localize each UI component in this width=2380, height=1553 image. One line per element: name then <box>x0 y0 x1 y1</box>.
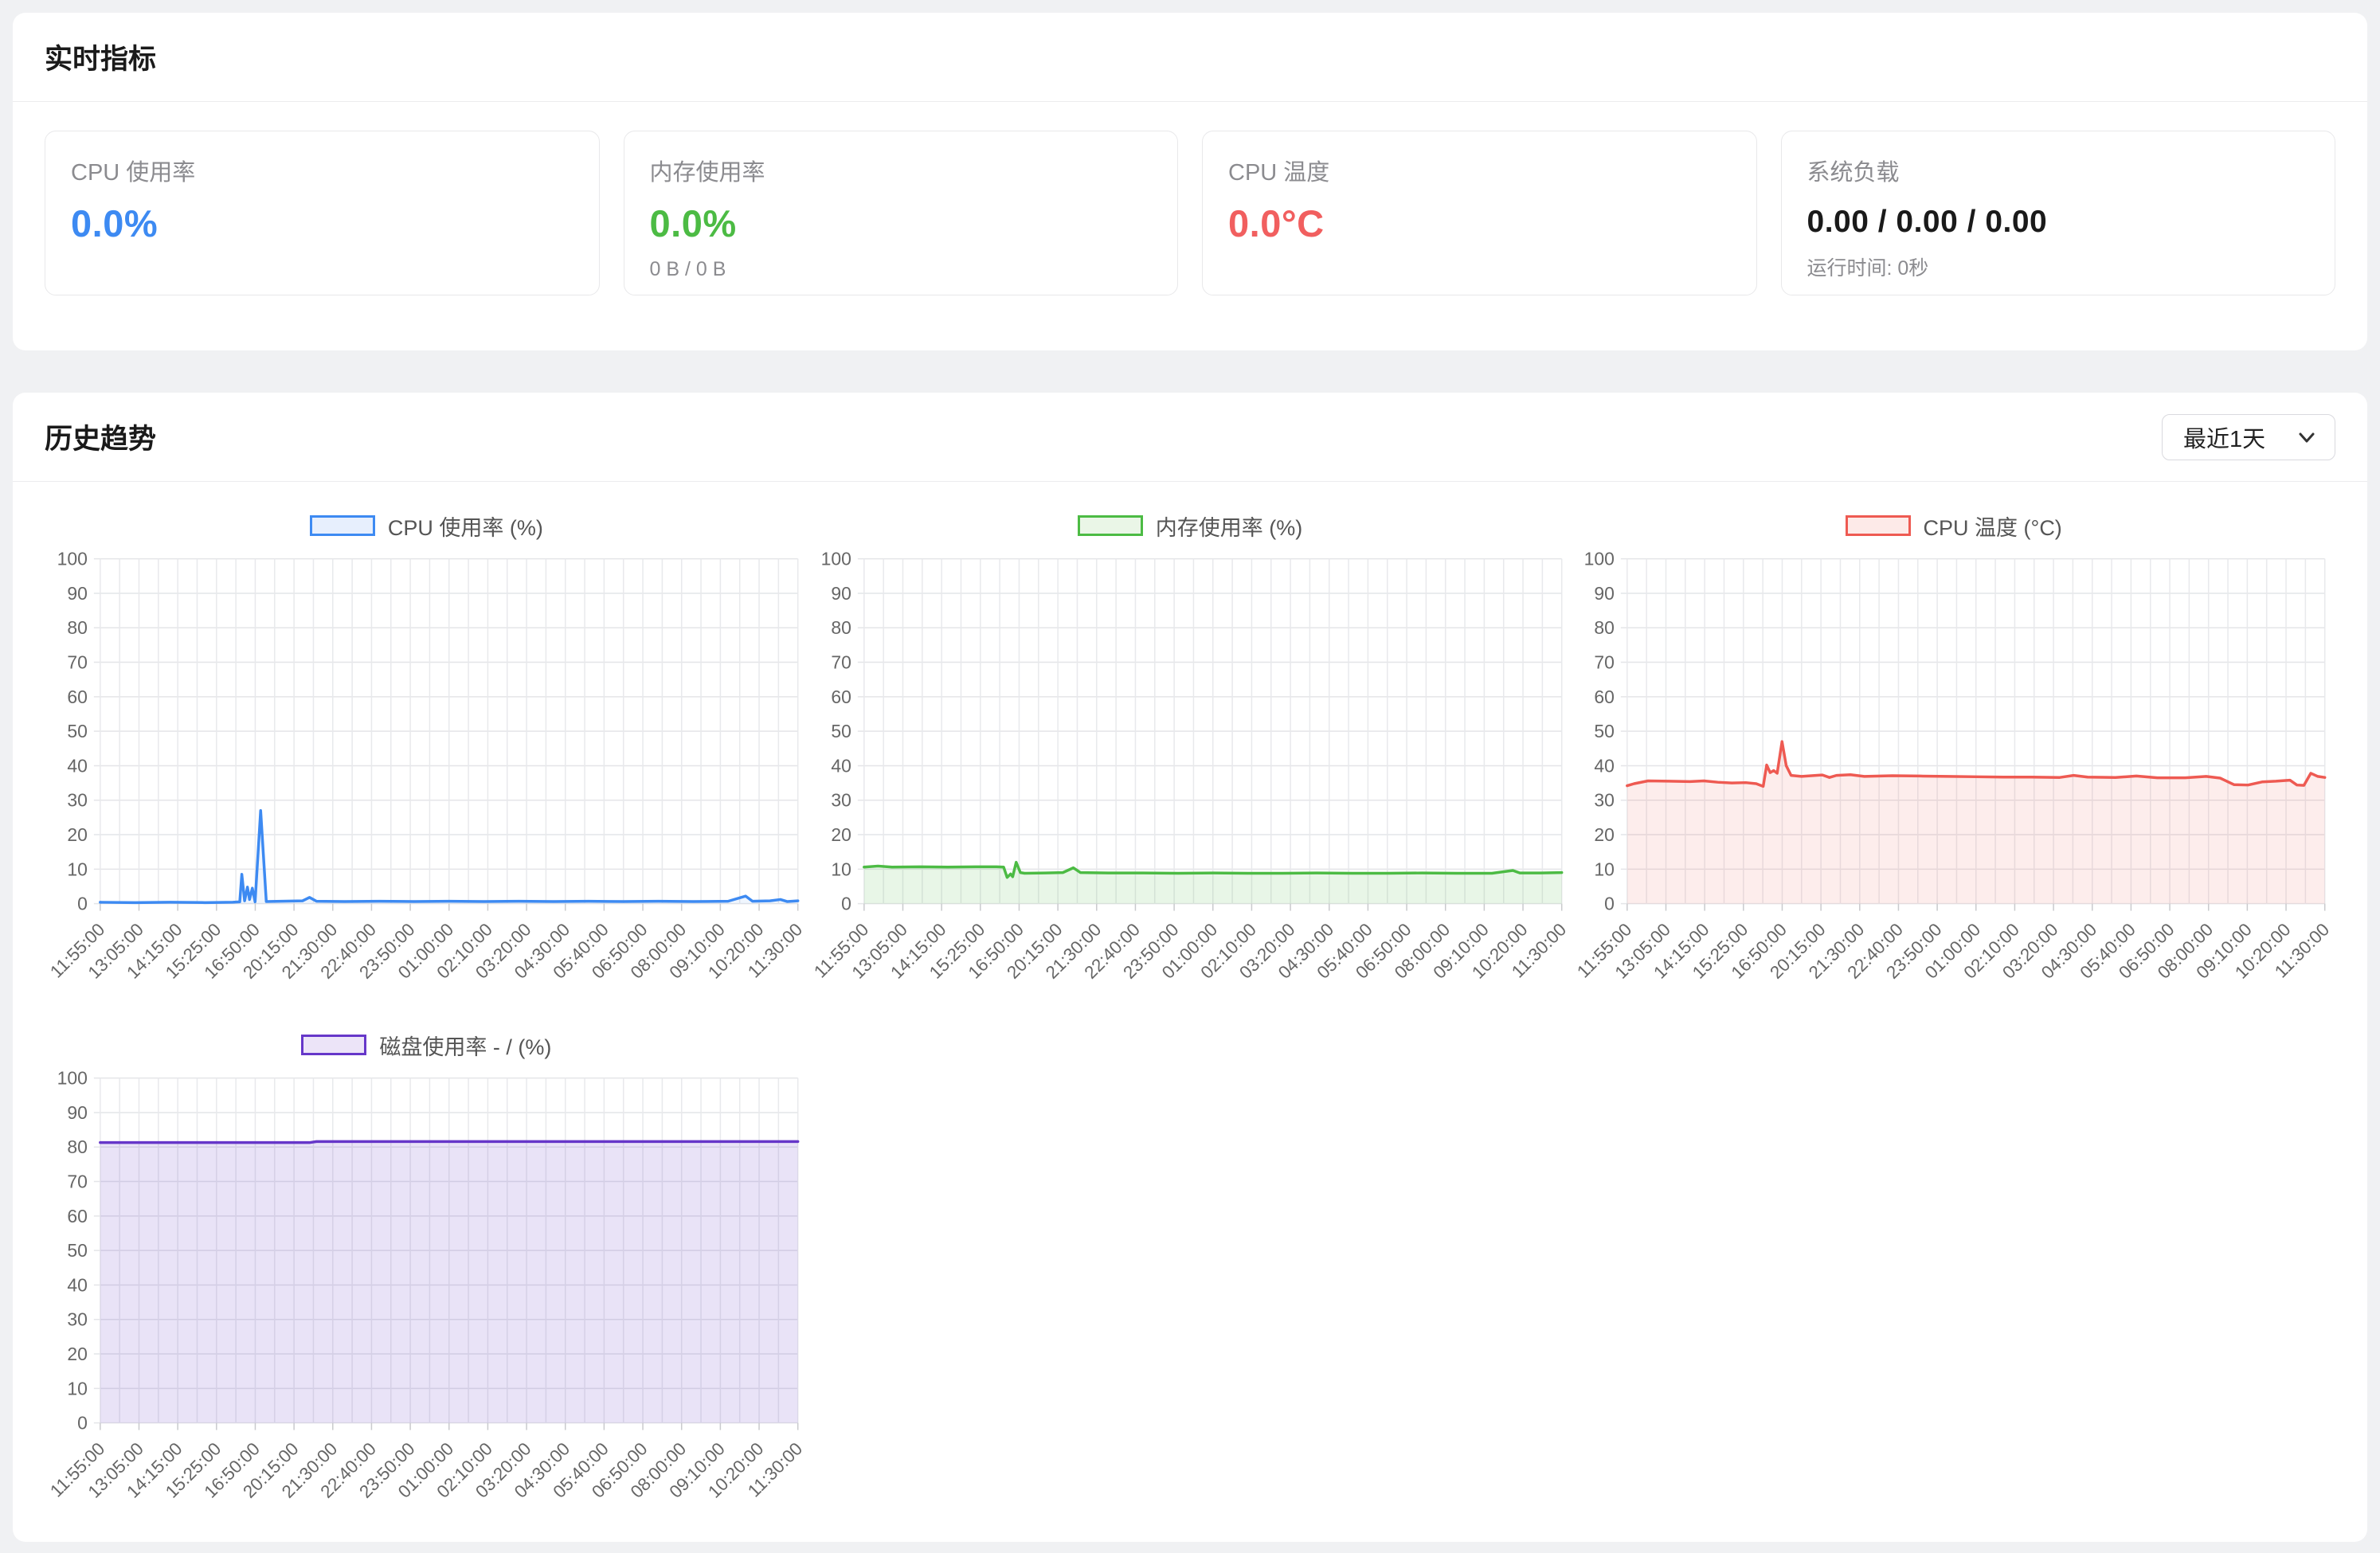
chart-cpu-temp: CPU 温度 (°C)010203040506070809010011:55:0… <box>1572 503 2335 1011</box>
chart-disk-usage: 磁盘使用率 - / (%)010203040506070809010011:55… <box>45 1022 808 1530</box>
svg-text:0: 0 <box>841 894 851 914</box>
svg-text:40: 40 <box>67 755 88 776</box>
metric-card-mem-usage: 内存使用率 0.0% 0 B / 0 B <box>624 131 1179 295</box>
svg-text:100: 100 <box>57 1068 88 1089</box>
metric-label: 内存使用率 <box>650 154 1153 187</box>
svg-text:80: 80 <box>67 1136 88 1157</box>
metric-card-cpu-temp: CPU 温度 0.0°C <box>1202 131 1757 295</box>
svg-text:10: 10 <box>67 859 88 879</box>
svg-text:30: 30 <box>67 1309 88 1330</box>
legend-cpu-usage[interactable]: CPU 使用率 (%) <box>45 503 808 549</box>
svg-text:100: 100 <box>57 549 88 569</box>
legend-cpu-temp[interactable]: CPU 温度 (°C) <box>1572 503 2335 549</box>
svg-text:40: 40 <box>831 755 851 776</box>
legend-label-cpu-temp: CPU 温度 (°C) <box>1924 510 2062 542</box>
metric-sub-value: 运行时间: 0秒 <box>1807 252 2310 281</box>
time-range-select[interactable]: 最近1天 <box>2162 414 2335 460</box>
metric-card-cpu-usage: CPU 使用率 0.0% <box>45 131 600 295</box>
metric-card-system-load: 系统负载 0.00 / 0.00 / 0.00 运行时间: 0秒 <box>1781 131 2336 295</box>
svg-text:90: 90 <box>67 1102 88 1123</box>
metric-label: 系统负载 <box>1807 154 2310 187</box>
svg-text:20: 20 <box>1595 824 1615 845</box>
svg-text:30: 30 <box>67 790 88 811</box>
metric-cards-row: CPU 使用率 0.0% 内存使用率 0.0% 0 B / 0 B CPU 温度… <box>13 102 2367 324</box>
svg-text:50: 50 <box>67 1240 88 1261</box>
metric-label: CPU 温度 <box>1228 154 1731 187</box>
legend-disk-usage[interactable]: 磁盘使用率 - / (%) <box>45 1022 808 1068</box>
history-panel-header: 历史趋势 最近1天 <box>13 393 2367 482</box>
svg-text:30: 30 <box>831 790 851 811</box>
svg-text:40: 40 <box>67 1274 88 1295</box>
svg-text:20: 20 <box>67 824 88 845</box>
svg-text:20: 20 <box>67 1344 88 1364</box>
realtime-panel-header: 实时指标 <box>13 13 2367 102</box>
legend-swatch-cpu-temp <box>1846 515 1911 536</box>
svg-text:60: 60 <box>67 1206 88 1226</box>
svg-text:100: 100 <box>820 549 851 569</box>
chart-canvas-mem-usage: 010203040506070809010011:55:0013:05:0014… <box>808 549 1572 1011</box>
chart-canvas-cpu-usage: 010203040506070809010011:55:0013:05:0014… <box>45 549 808 1011</box>
history-section-title: 历史趋势 <box>45 417 156 457</box>
chart-cpu-usage: CPU 使用率 (%)010203040506070809010011:55:0… <box>45 503 808 1011</box>
metric-value: 0.0% <box>650 201 1153 245</box>
svg-text:50: 50 <box>1595 721 1615 741</box>
svg-text:60: 60 <box>1595 687 1615 707</box>
chart-canvas-disk-usage: 010203040506070809010011:55:0013:05:0014… <box>45 1068 808 1530</box>
chart-canvas-cpu-temp: 010203040506070809010011:55:0013:05:0014… <box>1572 549 2335 1011</box>
realtime-metrics-panel: 实时指标 CPU 使用率 0.0% 内存使用率 0.0% 0 B / 0 B C… <box>13 13 2367 350</box>
svg-text:70: 70 <box>1595 652 1615 673</box>
legend-swatch-disk-usage <box>301 1035 366 1055</box>
chart-mem-usage: 内存使用率 (%)010203040506070809010011:55:001… <box>808 503 1572 1011</box>
metric-value: 0.00 / 0.00 / 0.00 <box>1807 205 2310 240</box>
svg-text:0: 0 <box>1604 894 1615 914</box>
svg-text:80: 80 <box>1595 617 1615 638</box>
legend-mem-usage[interactable]: 内存使用率 (%) <box>808 503 1572 549</box>
svg-text:0: 0 <box>77 1413 88 1434</box>
svg-text:70: 70 <box>831 652 851 673</box>
metric-value: 0.0°C <box>1228 201 1731 245</box>
legend-label-mem-usage: 内存使用率 (%) <box>1156 510 1303 542</box>
chevron-down-icon <box>2295 425 2319 449</box>
svg-text:40: 40 <box>1595 755 1615 776</box>
svg-text:100: 100 <box>1584 549 1615 569</box>
svg-text:50: 50 <box>67 721 88 741</box>
svg-text:90: 90 <box>1595 583 1615 604</box>
svg-text:60: 60 <box>831 687 851 707</box>
svg-text:30: 30 <box>1595 790 1615 811</box>
legend-label-disk-usage: 磁盘使用率 - / (%) <box>379 1030 551 1061</box>
svg-text:50: 50 <box>831 721 851 741</box>
legend-label-cpu-usage: CPU 使用率 (%) <box>388 510 543 542</box>
metric-sub-value: 0 B / 0 B <box>650 258 1153 281</box>
legend-swatch-mem-usage <box>1078 515 1143 536</box>
svg-text:80: 80 <box>67 617 88 638</box>
svg-text:90: 90 <box>831 583 851 604</box>
svg-text:80: 80 <box>831 617 851 638</box>
history-charts-grid: CPU 使用率 (%)010203040506070809010011:55:0… <box>13 482 2367 1530</box>
metric-label: CPU 使用率 <box>71 154 573 187</box>
svg-text:70: 70 <box>67 1172 88 1192</box>
svg-text:70: 70 <box>67 652 88 673</box>
time-range-value: 最近1天 <box>2183 421 2265 454</box>
svg-text:10: 10 <box>67 1378 88 1398</box>
svg-text:60: 60 <box>67 687 88 707</box>
realtime-section-title: 实时指标 <box>45 37 156 77</box>
legend-swatch-cpu-usage <box>310 515 375 536</box>
svg-text:0: 0 <box>77 894 88 914</box>
history-trends-panel: 历史趋势 最近1天 CPU 使用率 (%) 0 10 20 30 40 50 60 70 80 90… <box>13 393 2367 1542</box>
svg-text:20: 20 <box>831 824 851 845</box>
svg-text:10: 10 <box>831 859 851 879</box>
svg-text:90: 90 <box>67 583 88 604</box>
svg-text:10: 10 <box>1595 859 1615 879</box>
metric-value: 0.0% <box>71 201 573 245</box>
